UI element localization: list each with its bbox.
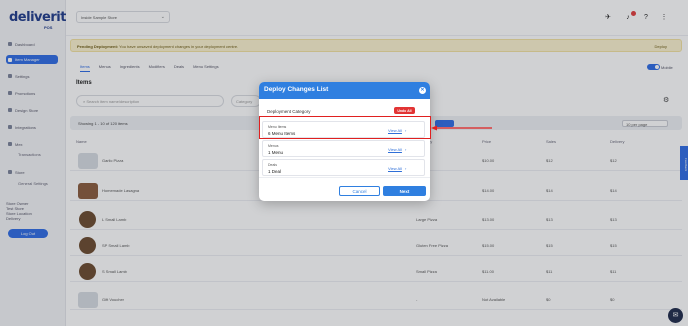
close-icon[interactable]: ✕ [419, 87, 426, 94]
chevron-right-icon: › [405, 166, 407, 171]
menus-card: Menus 1 Menu View All › [262, 140, 425, 157]
next-button[interactable]: Next [383, 186, 426, 196]
card-value: 1 Menu [268, 150, 284, 155]
chevron-right-icon: › [405, 147, 407, 152]
cancel-button[interactable]: Cancel [339, 186, 380, 196]
deploy-changes-modal: Deploy Changes List ✕ Deployment Categor… [259, 82, 430, 201]
card-label: Deals [268, 163, 277, 167]
modal-title: Deploy Changes List [264, 86, 329, 93]
card-label: Menus [268, 144, 279, 148]
annotation-arrow-icon [431, 125, 492, 131]
undo-all-button[interactable]: Undo All [394, 107, 415, 114]
deals-card: Deals 1 Deal View All › [262, 159, 425, 176]
view-all-deals-link[interactable]: View All [388, 166, 402, 171]
view-all-menus-link[interactable]: View All [388, 147, 402, 152]
modal-footer-divider [259, 177, 430, 178]
annotation-highlight-box [259, 116, 431, 139]
deployment-category-label: Deployment Category [267, 109, 311, 114]
card-value: 1 Deal [268, 169, 282, 174]
